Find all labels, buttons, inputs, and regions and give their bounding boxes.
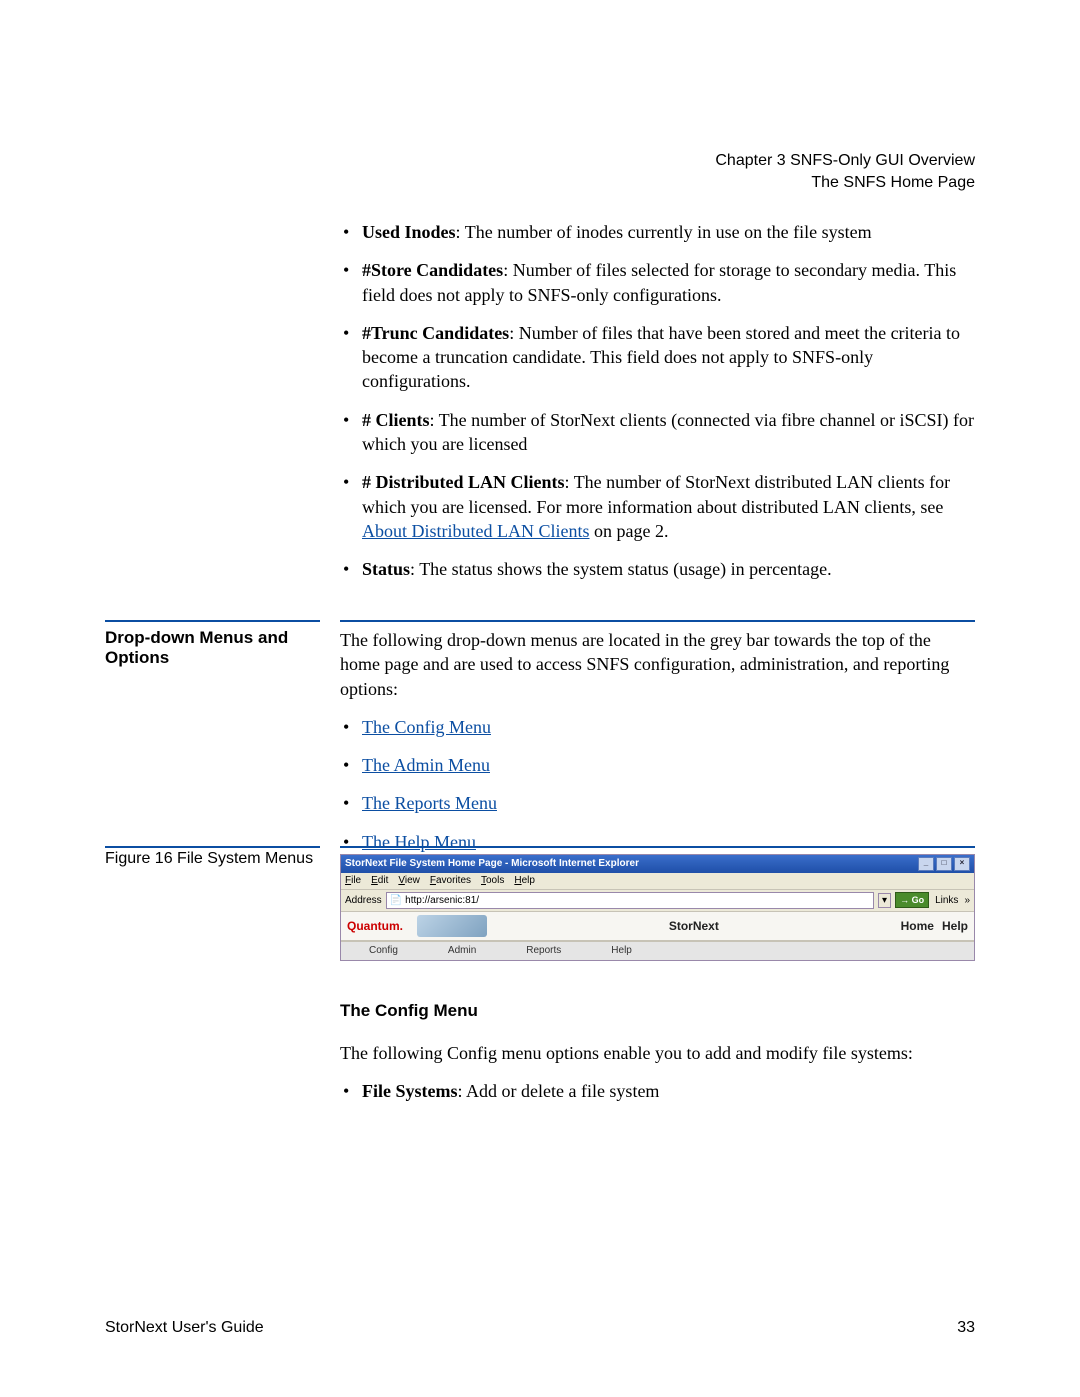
list-item: The Config Menu — [340, 715, 975, 739]
list-item: #Store Candidates: Number of files selec… — [340, 258, 975, 307]
screenshot-tabbar: Config Admin Reports Help — [341, 941, 974, 960]
menu-item[interactable]: Tools — [481, 874, 504, 888]
links-label[interactable]: Links — [933, 894, 960, 908]
page-number: 33 — [957, 1319, 975, 1337]
menu-item[interactable]: File — [345, 874, 361, 888]
section-rule — [105, 846, 320, 848]
link-about-dlc[interactable]: About Distributed LAN Clients — [362, 521, 590, 541]
section-title-dropdown: Drop-down Menus and Options — [105, 628, 320, 668]
maximize-icon[interactable]: □ — [936, 857, 952, 871]
screenshot-addressbar: Address 📄 http://arsenic:81/ ▾ → Go Link… — [341, 890, 974, 913]
list-item: Status: The status shows the system stat… — [340, 557, 975, 581]
list-item: # Clients: The number of StorNext client… — [340, 408, 975, 457]
menu-item[interactable]: Help — [514, 874, 535, 888]
list-item: # Distributed LAN Clients: The number of… — [340, 470, 975, 543]
dropdown-body: The following drop-down menus are locate… — [340, 620, 975, 868]
page-icon: 📄 — [390, 894, 402, 908]
address-input[interactable]: 📄 http://arsenic:81/ — [386, 892, 874, 910]
list-item: The Reports Menu — [340, 791, 975, 815]
screenshot-title: StorNext File System Home Page - Microso… — [345, 857, 639, 871]
tab-help[interactable]: Help — [611, 944, 632, 958]
go-button[interactable]: → Go — [895, 892, 929, 908]
section-rule — [340, 620, 975, 622]
page-header: Chapter 3 SNFS-Only GUI Overview The SNF… — [715, 150, 975, 193]
section-sidebar-dropdown: Drop-down Menus and Options — [105, 620, 320, 668]
section-label: The SNFS Home Page — [715, 172, 975, 194]
figure-caption: Figure 16 File System Menus — [105, 850, 320, 868]
address-dropdown-icon[interactable]: ▾ — [878, 893, 891, 909]
config-menu-section: The Config Menu The following Config men… — [340, 1000, 975, 1118]
close-icon[interactable]: × — [954, 857, 970, 871]
figure-body: StorNext File System Home Page - Microso… — [340, 846, 975, 961]
list-item: Used Inodes: The number of inodes curren… — [340, 220, 975, 244]
chapter-label: Chapter 3 SNFS-Only GUI Overview — [715, 150, 975, 172]
section-rule — [340, 846, 975, 848]
brand-stornext: StorNext — [487, 918, 901, 934]
definitions-list: Used Inodes: The number of inodes curren… — [340, 220, 975, 596]
menu-item[interactable]: Favorites — [430, 874, 471, 888]
screenshot: StorNext File System Home Page - Microso… — [340, 854, 975, 961]
address-label: Address — [345, 894, 382, 908]
brand-logo-icon — [417, 915, 487, 937]
tab-config[interactable]: Config — [369, 944, 398, 958]
link-reports-menu[interactable]: The Reports Menu — [362, 793, 497, 813]
nav-help[interactable]: Help — [942, 918, 968, 934]
link-admin-menu[interactable]: The Admin Menu — [362, 755, 490, 775]
window-buttons: _ □ × — [918, 857, 970, 871]
list-item: #Trunc Candidates: Number of files that … — [340, 321, 975, 394]
tab-reports[interactable]: Reports — [526, 944, 561, 958]
minimize-icon[interactable]: _ — [918, 857, 934, 871]
page: Chapter 3 SNFS-Only GUI Overview The SNF… — [0, 0, 1080, 1397]
config-intro: The following Config menu options enable… — [340, 1041, 975, 1065]
brand-quantum: Quantum. — [347, 918, 417, 934]
link-config-menu[interactable]: The Config Menu — [362, 717, 491, 737]
menu-item[interactable]: Edit — [371, 874, 388, 888]
figure-sidebar: Figure 16 File System Menus — [105, 846, 320, 868]
section-rule — [105, 620, 320, 622]
screenshot-brandbar: Quantum. StorNext Home Help — [341, 912, 974, 941]
subheading-config-menu: The Config Menu — [340, 1000, 975, 1023]
dropdown-intro: The following drop-down menus are locate… — [340, 628, 975, 701]
screenshot-menubar: File Edit View Favorites Tools Help — [341, 873, 974, 890]
links-chevron-icon[interactable]: » — [964, 894, 970, 908]
nav-home[interactable]: Home — [901, 918, 934, 934]
tab-admin[interactable]: Admin — [448, 944, 476, 958]
list-item: The Admin Menu — [340, 753, 975, 777]
screenshot-titlebar: StorNext File System Home Page - Microso… — [341, 855, 974, 873]
list-item: File Systems: Add or delete a file syste… — [340, 1079, 975, 1103]
footer-title: StorNext User's Guide — [105, 1319, 264, 1337]
page-footer: StorNext User's Guide 33 — [105, 1319, 975, 1337]
menu-item[interactable]: View — [398, 874, 420, 888]
